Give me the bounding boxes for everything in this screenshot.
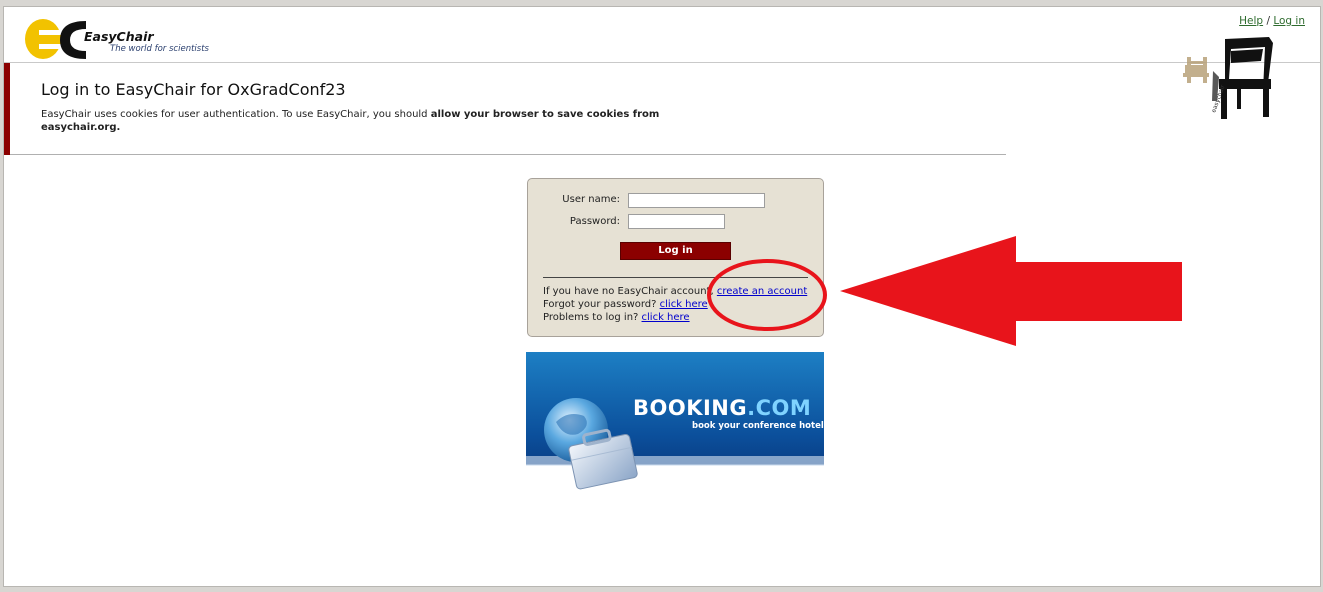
problems-text: Problems to log in? — [543, 312, 642, 323]
cookie-notice-text: EasyChair uses cookies for user authenti… — [41, 109, 431, 120]
problems-link[interactable]: click here — [642, 312, 690, 323]
logo-name: EasyChair — [84, 29, 154, 44]
password-label: Password: — [569, 216, 620, 227]
login-form: User name: Password: Log in If you have … — [527, 178, 824, 337]
booking-brand-main: BOOKING — [633, 396, 748, 420]
forgot-password-link[interactable]: click here — [660, 299, 708, 310]
login-button[interactable]: Log in — [620, 242, 731, 260]
logo-tagline: The world for scientists — [110, 44, 209, 54]
booking-brand: BOOKING.COM — [633, 396, 811, 420]
title-accent-bar — [4, 63, 10, 155]
no-account-text: If you have no EasyChair account, — [543, 286, 717, 297]
booking-tagline: book your conference hotel — [692, 421, 824, 431]
help-link[interactable]: Help — [1239, 15, 1263, 27]
password-input[interactable] — [628, 214, 725, 229]
booking-ad-banner[interactable]: BOOKING.COM book your conference hotel — [526, 352, 824, 492]
no-account-line: If you have no EasyChair account, create… — [543, 286, 807, 297]
username-input[interactable] — [628, 193, 765, 208]
form-divider — [543, 277, 808, 278]
forgot-password-line: Forgot your password? click here — [543, 299, 708, 310]
chair-illustration-icon: easychair — [1183, 37, 1273, 119]
easychair-logo[interactable]: EasyChair The world for scientists — [24, 15, 214, 61]
username-label: User name: — [562, 194, 620, 205]
page-container: EasyChair The world for scientists Help … — [3, 6, 1321, 587]
page-title: Log in to EasyChair for OxGradConf23 — [41, 80, 346, 99]
forgot-password-text: Forgot your password? — [543, 299, 660, 310]
top-nav: Help / Log in — [1239, 15, 1305, 27]
nav-separator: / — [1266, 15, 1270, 27]
booking-brand-suffix: .COM — [747, 396, 812, 420]
create-account-link[interactable]: create an account — [717, 286, 807, 297]
problems-line: Problems to log in? click here — [543, 312, 690, 323]
title-section: Log in to EasyChair for OxGradConf23 Eas… — [4, 63, 1006, 155]
cookie-notice: EasyChair uses cookies for user authenti… — [41, 108, 661, 134]
login-link[interactable]: Log in — [1273, 15, 1305, 27]
